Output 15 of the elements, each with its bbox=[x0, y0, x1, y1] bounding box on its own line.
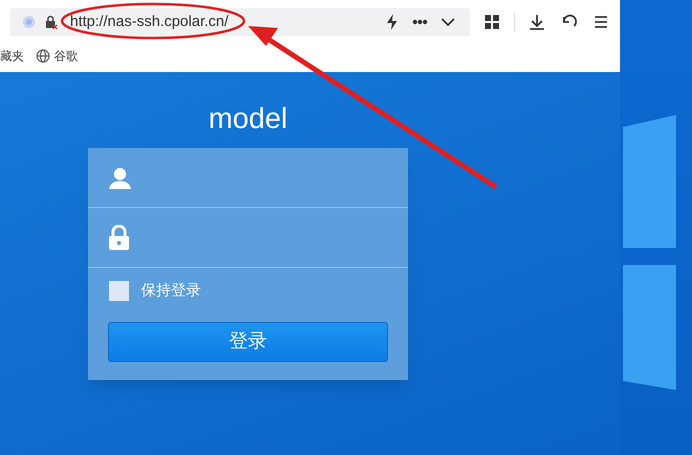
lock-icon bbox=[108, 224, 130, 250]
remember-checkbox[interactable] bbox=[109, 281, 129, 301]
page-title: model bbox=[208, 102, 288, 137]
bookmark-link[interactable]: 谷歌 bbox=[54, 47, 78, 65]
url-text[interactable]: http://nas-ssh.cpolar.cn/ bbox=[70, 10, 228, 34]
bookmark-link[interactable]: 藏夹 bbox=[0, 47, 24, 65]
site-icon bbox=[22, 15, 36, 29]
user-icon bbox=[108, 166, 132, 190]
globe-icon bbox=[36, 49, 50, 63]
login-button[interactable]: 登录 bbox=[108, 322, 388, 362]
grid-icon[interactable] bbox=[482, 12, 502, 32]
lock-icon bbox=[44, 15, 58, 29]
address-bar[interactable]: http://nas-ssh.cpolar.cn/ bbox=[10, 8, 470, 36]
remember-label: 保持登录 bbox=[141, 280, 201, 301]
download-icon[interactable] bbox=[527, 12, 547, 32]
